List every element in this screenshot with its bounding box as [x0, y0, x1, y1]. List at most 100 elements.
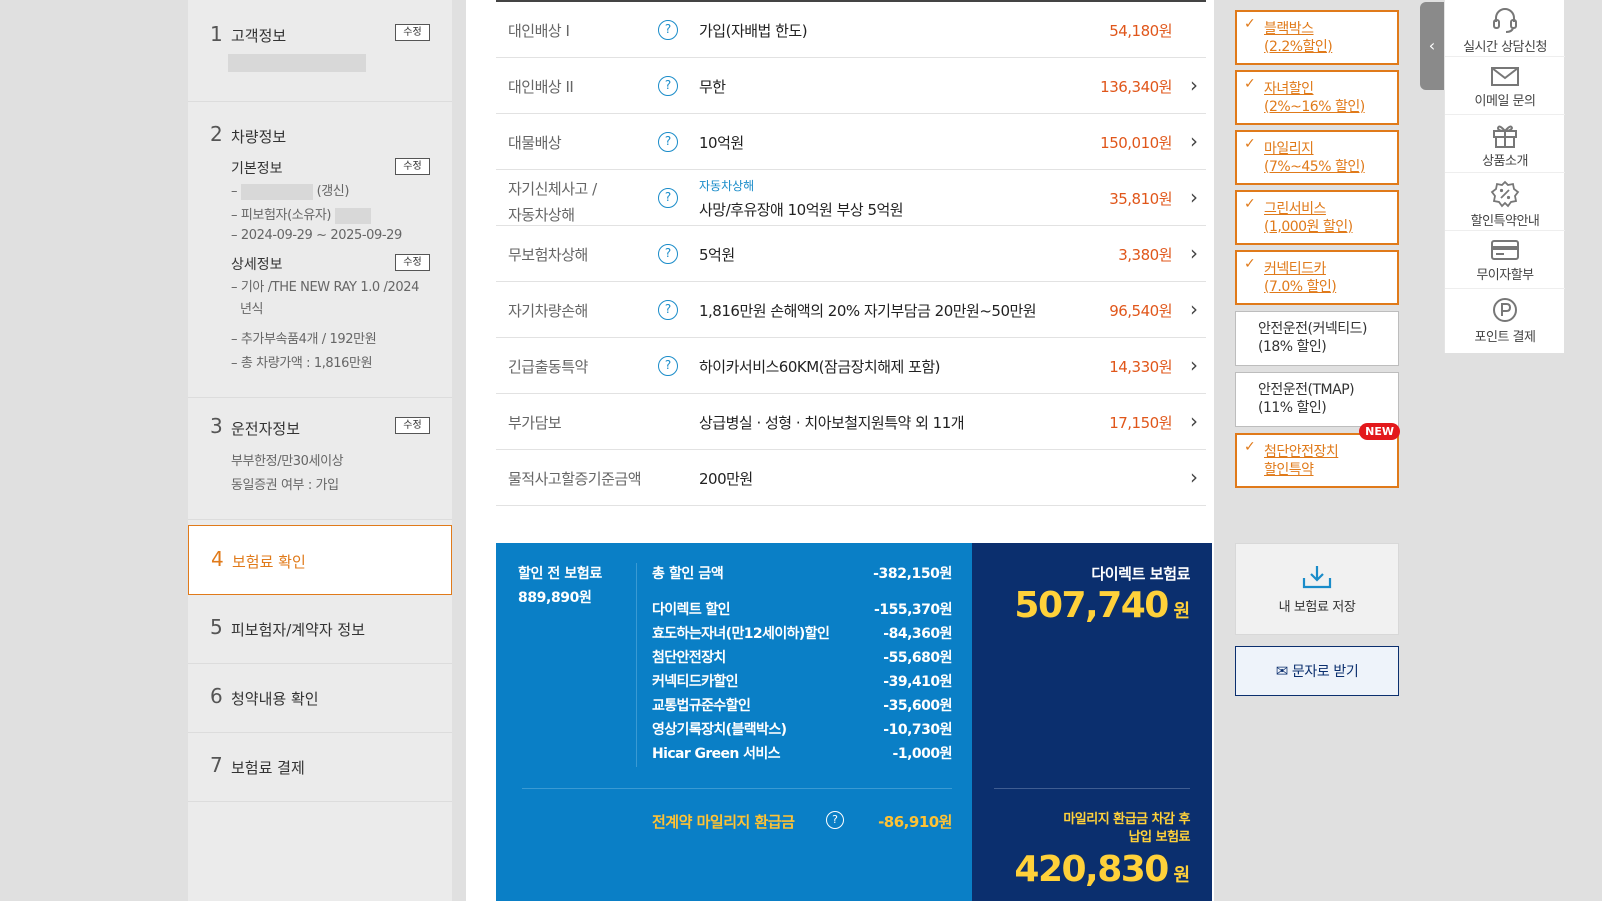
- quick-email[interactable]: 이메일 문의: [1445, 58, 1565, 115]
- pre-discount-value: 889,890원: [518, 590, 592, 606]
- sms-label: 문자로 받기: [1291, 664, 1359, 680]
- after-mileage-value: 420,830 원: [1014, 849, 1190, 890]
- chevron-right-icon[interactable]: ›: [1190, 411, 1198, 431]
- chevron-right-icon[interactable]: ›: [1190, 75, 1198, 95]
- coverage-row[interactable]: 대인배상 II ? 무한 136,340원 ›: [496, 58, 1206, 114]
- step-number: 4: [211, 547, 224, 571]
- chevron-right-icon[interactable]: ›: [1190, 299, 1198, 319]
- step-number: 5: [210, 615, 223, 639]
- step-premium-check[interactable]: 4 보험료 확인: [188, 525, 452, 595]
- step-insured-contract[interactable]: 5 피보험자/계약자 정보: [188, 595, 452, 664]
- step-number: 2: [210, 122, 223, 146]
- discount-label: 커넥티드카할인: [652, 674, 739, 690]
- option-green-service[interactable]: ✓ 그린서비스 (1,000원 할인): [1235, 190, 1399, 245]
- model-line: – 기아 /THE NEW RAY 1.0 /2024: [231, 280, 419, 295]
- collapse-quick-menu-tab[interactable]: ‹: [1420, 2, 1444, 90]
- premium-summary: 할인 전 보험료 889,890원 총 할인 금액 -382,150원 다이렉트…: [496, 543, 1212, 901]
- option-label: 커넥티드카 (7.0% 할인): [1264, 261, 1337, 295]
- help-icon[interactable]: ?: [826, 811, 844, 829]
- quick-products[interactable]: 상품소개: [1445, 116, 1565, 173]
- help-icon[interactable]: ?: [658, 76, 678, 96]
- discount-value: -155,370원: [874, 602, 952, 618]
- quick-installment[interactable]: 무이자할부: [1445, 232, 1565, 289]
- discount-label: 다이렉트 할인: [652, 602, 731, 618]
- coverage-row[interactable]: 물적사고할증기준금액 200만원 ›: [496, 450, 1206, 506]
- save-premium-button[interactable]: 내 보험료 저장: [1235, 543, 1399, 635]
- coverage-value: 하이카서비스60KM(잠금장치해제 포함): [699, 358, 941, 376]
- save-label: 내 보험료 저장: [1278, 600, 1356, 615]
- period-line: – 2024-09-29 ~ 2025-09-29: [231, 228, 402, 243]
- edit-button[interactable]: 수정: [395, 24, 430, 41]
- option-child[interactable]: ✓ 자녀할인 (2%~16% 할인): [1235, 70, 1399, 125]
- receive-sms-button[interactable]: ✉ 문자로 받기: [1235, 646, 1399, 696]
- help-icon[interactable]: ?: [658, 20, 678, 40]
- chevron-right-icon[interactable]: ›: [1190, 243, 1198, 263]
- coverage-value: 상급병실 · 성형 · 치아보철지원특약 외 11개: [699, 414, 965, 432]
- option-safe-driving-connected[interactable]: 안전운전(커넥티드) (18% 할인): [1235, 311, 1399, 366]
- help-icon[interactable]: ?: [658, 132, 678, 152]
- coverage-row[interactable]: 무보험차상해 ? 5억원 3,380원 ›: [496, 226, 1206, 282]
- discount-label: Hicar Green 서비스: [652, 746, 781, 762]
- quick-point-payment[interactable]: 포인트 결제: [1445, 290, 1565, 347]
- coverage-row[interactable]: 긴급출동특약 ? 하이카서비스60KM(잠금장치해제 포함) 14,330원 ›: [496, 338, 1206, 394]
- chevron-right-icon[interactable]: ›: [1190, 131, 1198, 151]
- option-blackbox[interactable]: ✓ 블랙박스 (2.2%할인): [1235, 10, 1399, 65]
- step-subscription-check[interactable]: 6 청약내용 확인: [188, 664, 452, 733]
- discount-label: 영상기록장치(블랙박스): [652, 722, 787, 738]
- edit-button[interactable]: 수정: [395, 254, 430, 271]
- step-title: 청약내용 확인: [231, 690, 319, 708]
- step-driver-info[interactable]: 3 운전자정보 수정 부부한정/만30세이상 동일증권 여부 : 가입: [188, 398, 452, 520]
- chevron-right-icon[interactable]: ›: [1190, 187, 1198, 207]
- discount-value: -1,000원: [892, 746, 953, 762]
- coverage-row[interactable]: 자기차량손해 ? 1,816만원 손해액의 20% 자기부담금 20만원~50만…: [496, 282, 1206, 338]
- quick-discount-guide[interactable]: 할인특약안내: [1445, 174, 1565, 231]
- help-icon[interactable]: ?: [658, 356, 678, 376]
- option-advanced-safety[interactable]: ✓ 첨단안전장치 할인특약 NEW: [1235, 423, 1400, 488]
- chevron-right-icon[interactable]: ›: [1190, 467, 1198, 487]
- step-customer-info[interactable]: 1 고객정보 수정: [188, 0, 452, 102]
- after-mileage-label: 마일리지 환급금 차감 후 납입 보험료: [1063, 812, 1190, 845]
- coverage-row[interactable]: 자기신체사고 / 자동차상해 ? 자동차상해 사망/후유장애 10억원 부상 5억…: [496, 170, 1206, 226]
- step-vehicle-info[interactable]: 2 차량정보 기본정보 수정 – (갱신) – 피보험자(소유자) – 2024…: [188, 102, 452, 398]
- chevron-right-icon[interactable]: ›: [1190, 355, 1198, 375]
- edit-button[interactable]: 수정: [395, 158, 430, 175]
- point-icon: [1493, 298, 1517, 322]
- quick-live-consult[interactable]: 실시간 상담신청: [1445, 0, 1565, 57]
- mileage-refund-value: -86,910원: [878, 813, 952, 831]
- discount-breakdown: 할인 전 보험료 889,890원 총 할인 금액 -382,150원 다이렉트…: [496, 543, 972, 901]
- divider: [636, 563, 637, 767]
- option-safe-driving-tmap[interactable]: 안전운전(TMAP) (11% 할인): [1235, 372, 1399, 427]
- mileage-refund-label: 전계약 마일리지 환급금: [652, 813, 795, 831]
- coverage-value: 사망/후유장애 10억원 부상 5억원: [699, 201, 904, 219]
- discount-value: -39,410원: [883, 674, 952, 690]
- option-mileage[interactable]: ✓ 마일리지 (7%~45% 할인): [1235, 130, 1399, 185]
- coverage-label: 부가담보: [508, 414, 562, 432]
- vehicle-value-line: – 총 차량가액 : 1,816만원: [231, 356, 373, 371]
- coverage-price: 3,380원: [1118, 246, 1172, 264]
- step-title: 보험료 확인: [232, 553, 306, 571]
- divider: [994, 788, 1190, 789]
- coverage-tag: 자동차상해: [699, 179, 755, 193]
- coverage-label: 대인배상 II: [508, 78, 574, 96]
- help-icon[interactable]: ?: [658, 300, 678, 320]
- card-icon: [1491, 240, 1519, 260]
- option-connected-car[interactable]: ✓ 커넥티드카 (7.0% 할인): [1235, 250, 1399, 305]
- direct-premium-label: 다이렉트 보험료: [1091, 565, 1190, 583]
- masked-insured: [334, 207, 371, 224]
- model-line-cont: 년식: [240, 302, 264, 317]
- direct-premium-value: 507,740 원: [1014, 585, 1190, 626]
- coverage-row[interactable]: 대물배상 ? 10억원 150,010원 ›: [496, 114, 1206, 170]
- option-label: 마일리지 (7%~45% 할인): [1264, 141, 1365, 175]
- step-number: 7: [210, 753, 223, 777]
- quick-menu: 실시간 상담신청 이메일 문의 상품소개 할인특약안내 무이자할부 포인트 결제: [1444, 0, 1565, 353]
- edit-button[interactable]: 수정: [395, 417, 430, 434]
- masked-customer-name: [228, 54, 366, 72]
- step-payment[interactable]: 7 보험료 결제: [188, 733, 452, 802]
- discount-value: -10,730원: [883, 722, 952, 738]
- coverage-row[interactable]: 부가담보 상급병실 · 성형 · 치아보철지원특약 외 11개 17,150원 …: [496, 394, 1206, 450]
- help-icon[interactable]: ?: [658, 244, 678, 264]
- insured-line: – 피보험자(소유자): [231, 204, 371, 224]
- envelope-icon: ✉: [1275, 662, 1289, 680]
- step-title: 운전자정보: [231, 420, 301, 438]
- help-icon[interactable]: ?: [658, 188, 678, 208]
